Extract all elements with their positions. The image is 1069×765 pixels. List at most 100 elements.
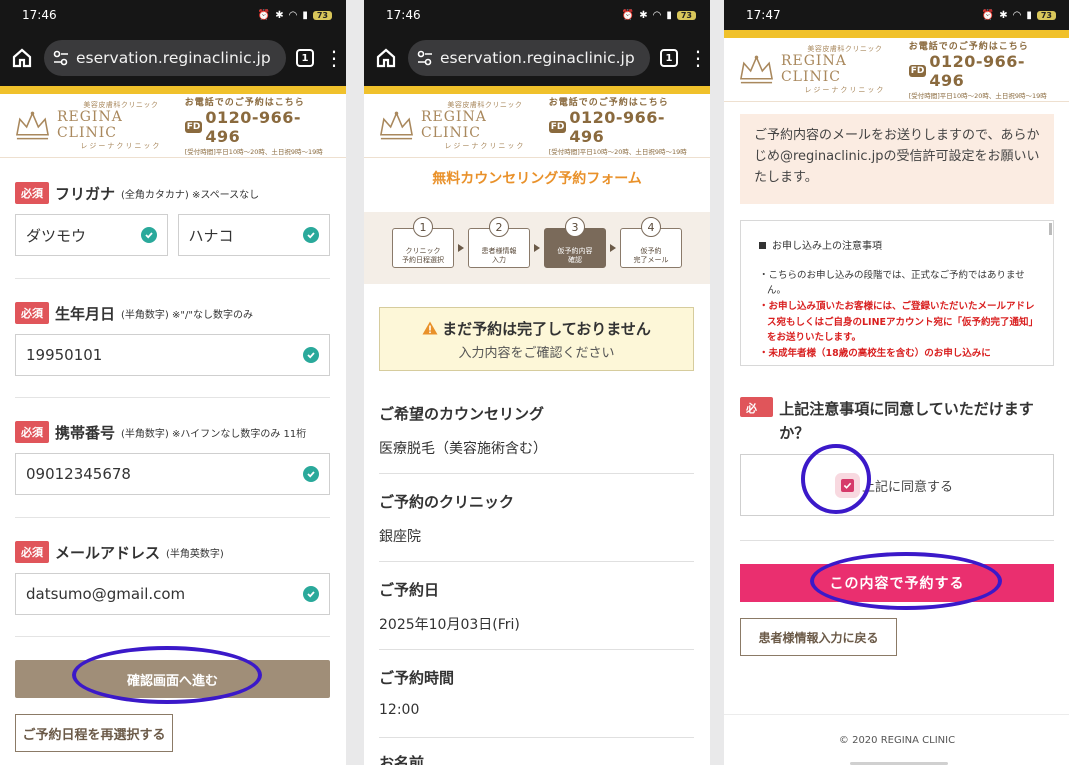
terms-item: 未成年者様（18歳の高校生を含む）のお申し込みに [759, 346, 1039, 362]
divider [15, 278, 330, 279]
reselect-schedule-button[interactable]: ご予約日程を再選択する [15, 714, 173, 752]
phone-screen-confirm: 17:46 ⏰ ✱ ◠ ▮ 73 eservation.reginaclinic… [364, 0, 710, 765]
divider [15, 517, 330, 518]
url-text: eservation.reginaclinic.jp [440, 49, 635, 67]
alarm-icon: ⏰ [621, 9, 635, 21]
mobile-input[interactable]: 09012345678 [15, 453, 330, 495]
more-menu-icon[interactable]: ⋮ [324, 48, 344, 68]
accent-band [364, 86, 710, 94]
site-header: 美容皮膚科クリニック REGINA CLINIC レジーナクリニック お電話での… [364, 94, 710, 158]
confirm-screen-button[interactable]: 確認画面へ進む [15, 660, 330, 698]
step-arrow-icon [458, 244, 464, 252]
warning-title: まだ予約は完了しておりません [442, 319, 651, 338]
signal-icon: ▮ [1026, 9, 1032, 21]
divider [15, 636, 330, 637]
terms-item: こちらのお申し込みの段階では、正式なご予約ではありません。 [759, 268, 1039, 299]
confirm-date: ご予約日 2025年10月03日(Fri) [379, 581, 520, 633]
phone-hours: [受付時間]平日10時～20時、土日祝9時～19時 [548, 148, 687, 156]
terms-heading: お申し込み上の注意事項 [759, 239, 1039, 256]
birthday-field: 必須 生年月日 (半角数字) ※"/"なし数字のみ 19950101 [15, 302, 330, 376]
email-field: 必須 メールアドレス (半角英数字) datsumo@gmail.com [15, 541, 330, 615]
alarm-icon: ⏰ [257, 9, 271, 21]
furigana-last-input[interactable]: ダツモウ [15, 214, 168, 256]
email-label: メールアドレス [55, 543, 161, 562]
scrollbar[interactable] [1049, 223, 1052, 235]
phone-number: 0120-966-496 [929, 52, 1026, 90]
valid-check-icon [140, 227, 157, 243]
site-settings-icon[interactable] [52, 49, 70, 67]
freedial-icon: FD [184, 121, 203, 133]
freedial-icon: FD [548, 121, 567, 133]
step-arrow-icon [534, 244, 540, 252]
home-icon[interactable] [10, 46, 34, 70]
phone-number: 0120-966-496 [205, 108, 302, 146]
step-4: 4 仮予約 完了メール [620, 217, 682, 268]
agree-question: 必須 上記注意事項に同意していただけますか？ [740, 397, 1054, 445]
site-settings-icon[interactable] [416, 49, 434, 67]
signal-icon: ▮ [302, 9, 308, 21]
status-time: 17:46 [22, 8, 57, 22]
clinic-logo[interactable]: 美容皮膚科クリニック REGINA CLINIC レジーナクリニック [14, 100, 185, 151]
wifi-icon: ◠ [288, 9, 298, 21]
valid-check-icon [303, 586, 319, 602]
warning-icon [422, 321, 438, 335]
terms-scroll-box[interactable]: お申し込み上の注意事項 こちらのお申し込みの段階では、正式なご予約ではありません… [740, 220, 1054, 366]
status-bar: 17:46 ⏰ ✱ ◠ ▮ 73 [364, 0, 710, 30]
phone-hours: [受付時間]平日10時～20時、土日祝9時～19時 [908, 92, 1047, 100]
battery-icon: 73 [1036, 10, 1056, 20]
back-to-patient-info-button[interactable]: 患者様情報入力に戻る [740, 618, 897, 656]
clinic-logo[interactable]: 美容皮膚科クリニック REGINA CLINIC レジーナクリニック [738, 44, 909, 95]
logo-kana: レジーナクリニック [80, 141, 162, 150]
accent-band [724, 30, 1069, 38]
agree-label: 上記に同意する [861, 479, 953, 495]
phone-number: 0120-966-496 [569, 108, 666, 146]
step-2: 2 患者様情報 入力 [468, 217, 530, 268]
divider [379, 649, 694, 650]
logo-title: REGINA CLINIC [420, 109, 487, 141]
confirm-counseling: ご希望のカウンセリング 医療脱毛（美容施術含む） [379, 405, 547, 457]
clinic-logo[interactable]: 美容皮膚科クリニック REGINA CLINIC レジーナクリニック [378, 100, 549, 151]
birthday-input[interactable]: 19950101 [15, 334, 330, 376]
wifi-icon: ◠ [652, 9, 662, 21]
phone-hours: [受付時間]平日10時～20時、土日祝9時～19時 [184, 148, 323, 156]
reserve-button[interactable]: この内容で予約する [740, 564, 1054, 602]
terms-list: こちらのお申し込みの段階では、正式なご予約ではありません。 お申し込み頂いたお客… [759, 268, 1039, 362]
mobile-label: 携帯番号 [55, 423, 116, 442]
required-badge: 必須 [15, 541, 49, 563]
email-input[interactable]: datsumo@gmail.com [15, 573, 330, 615]
mobile-note: (半角数字) ※ハイフンなし数字のみ 11桁 [121, 428, 307, 440]
signal-icon: ▮ [666, 9, 672, 21]
crown-icon [15, 110, 49, 139]
logo-title: REGINA CLINIC [780, 53, 847, 85]
step-arrow-icon [610, 244, 616, 252]
phone-contact[interactable]: お電話でのご予約はこちら FD 0120-966-496 [受付時間]平日10時… [184, 95, 332, 156]
more-menu-icon[interactable]: ⋮ [688, 48, 708, 68]
status-time: 17:47 [746, 8, 781, 22]
phone-contact[interactable]: お電話でのご予約はこちら FD 0120-966-496 [受付時間]平日10時… [548, 95, 696, 156]
required-badge: 必須 [740, 397, 774, 431]
address-bar[interactable]: eservation.reginaclinic.jp [44, 40, 286, 76]
step-3-current: 3 仮予約内容 確認 [544, 217, 606, 268]
warning-subtitle: 入力内容をご確認ください [458, 345, 615, 361]
logo-kana: レジーナクリニック [444, 141, 526, 150]
tab-switcher-button[interactable]: 1 [296, 49, 314, 67]
agree-checkbox-row[interactable]: 上記に同意する [740, 454, 1054, 516]
divider [15, 397, 330, 398]
required-badge: 必須 [15, 302, 49, 324]
address-bar[interactable]: eservation.reginaclinic.jp [408, 40, 650, 76]
url-text: eservation.reginaclinic.jp [76, 49, 271, 67]
status-icons: ⏰ ✱ ◠ ▮ 73 [622, 10, 696, 21]
crown-icon [379, 110, 413, 139]
furigana-first-input[interactable]: ハナコ [177, 214, 330, 256]
bluetooth-icon: ✱ [639, 9, 648, 21]
home-icon[interactable] [374, 46, 398, 70]
crown-icon [739, 54, 773, 83]
phone-caption: お電話でのご予約はこちら [184, 98, 305, 108]
browser-toolbar: eservation.reginaclinic.jp 1 ⋮ [364, 30, 710, 86]
tab-switcher-button[interactable]: 1 [660, 49, 678, 67]
mobile-field: 必須 携帯番号 (半角数字) ※ハイフンなし数字のみ 11桁 090123456… [15, 421, 330, 495]
agree-question-text: 上記注意事項に同意していただけますか？ [779, 400, 1034, 442]
agree-checkbox[interactable] [840, 478, 854, 492]
logo-kana: レジーナクリニック [804, 85, 886, 94]
phone-contact[interactable]: お電話でのご予約はこちら FD 0120-966-496 [受付時間]平日10時… [908, 39, 1056, 100]
